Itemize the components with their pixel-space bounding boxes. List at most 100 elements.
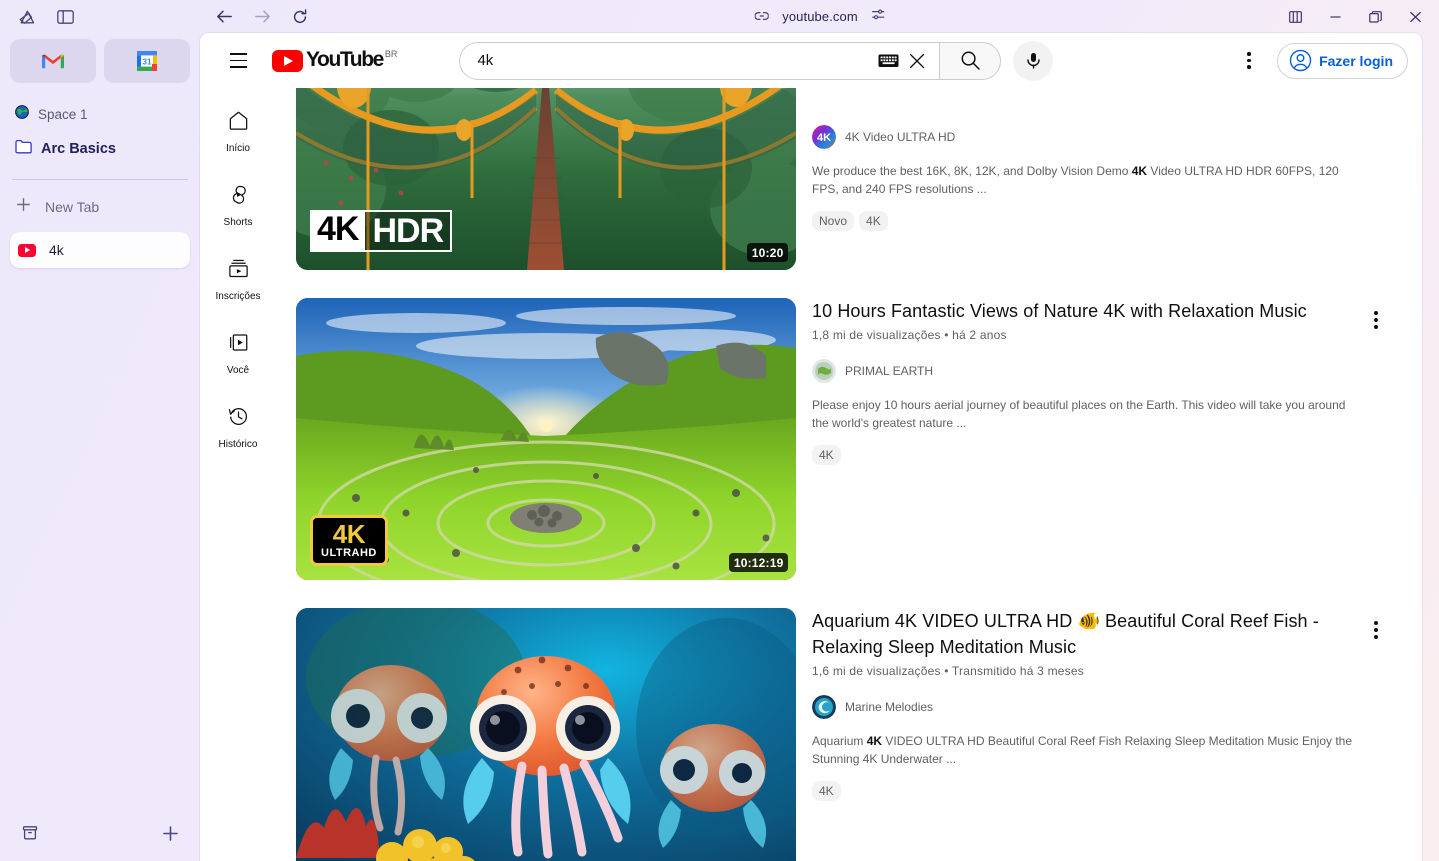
search-result-item[interactable]: DOLBY VISION 4K HDR 10:20: [296, 88, 1398, 270]
youtube-logo[interactable]: YouTube BR: [272, 49, 397, 72]
search-result-item[interactable]: 4K ULTRAHD 10:12:19 10 Hours Fantastic V…: [296, 298, 1398, 580]
video-info: 10 Hours Fantastic Views of Nature 4K wi…: [812, 298, 1398, 580]
youtube-favicon: [18, 243, 36, 257]
search-area: [459, 40, 1054, 81]
video-duration: 10:12:19: [729, 553, 788, 572]
channel-avatar: 4K: [812, 125, 836, 149]
sidebar-item-voce[interactable]: Você: [206, 316, 270, 390]
sidebar-item-inicio[interactable]: Início: [206, 94, 270, 168]
video-description: We produce the best 16K, 8K, 12K, and Do…: [812, 164, 1339, 196]
new-tab-button[interactable]: New Tab: [10, 190, 190, 224]
sidebar-item-historico[interactable]: Histórico: [206, 390, 270, 464]
badge: 4K: [859, 211, 888, 231]
navigation-buttons: [200, 7, 310, 27]
video-thumbnail[interactable]: 4K ULTRAHD 10:12:19: [296, 298, 796, 580]
pinned-apps-row: 31: [10, 39, 190, 83]
video-info: Aquarium 4K VIDEO ULTRA HD 🐠 Beautiful C…: [812, 608, 1398, 861]
pinned-app-gmail[interactable]: [10, 39, 96, 83]
arc-sidebar: 31 Space 1 Arc Basics New Tab 4k: [0, 0, 200, 861]
clear-search-icon[interactable]: [907, 51, 927, 71]
sidebar-label: Shorts: [223, 216, 253, 228]
archive-icon[interactable]: [18, 821, 42, 845]
settings-sliders-icon[interactable]: [872, 8, 885, 26]
account-circle-icon: [1289, 49, 1312, 72]
folder-label: Arc Basics: [41, 141, 116, 157]
svg-text:31: 31: [143, 57, 152, 66]
channel-row[interactable]: PRIMAL EARTH: [812, 359, 1358, 383]
video-info: 4K 4K Video ULTRA HD We produce the best…: [812, 88, 1398, 270]
video-description: Please enjoy 10 hours aerial journey of …: [812, 398, 1346, 430]
ultrahd-badge: ULTRAHD: [321, 547, 377, 559]
keyboard-icon[interactable]: [878, 53, 899, 68]
pinned-app-google-calendar[interactable]: 31: [104, 39, 190, 83]
browser-window: 31 Space 1 Arc Basics New Tab 4k youtube…: [0, 0, 1439, 861]
guide-menu-icon[interactable]: [218, 41, 258, 81]
browser-chrome-bar: youtube.com: [200, 0, 1439, 33]
shorts-icon: [227, 183, 250, 211]
search-box[interactable]: [459, 41, 940, 80]
sidebar-divider: [12, 179, 188, 180]
reload-button[interactable]: [290, 7, 310, 27]
sidebar-label: Você: [226, 364, 250, 376]
tab-title: 4k: [49, 242, 64, 258]
video-meta: 1,6 mi de visualizações • Transmitido há…: [812, 664, 1084, 678]
url-text: youtube.com: [782, 9, 858, 24]
badge: 4K: [812, 781, 841, 801]
space-row[interactable]: Space 1: [10, 99, 190, 129]
address-bar[interactable]: youtube.com: [744, 5, 895, 29]
video-thumbnail[interactable]: [296, 608, 796, 861]
folder-icon: [15, 139, 32, 159]
sidebar-item-shorts[interactable]: Shorts: [206, 168, 270, 242]
video-meta: 1,8 mi de visualizações • há 2 anos: [812, 328, 1007, 342]
channel-name: PRIMAL EARTH: [845, 364, 934, 378]
plus-icon: [16, 197, 31, 217]
sidebar-toggle-icon[interactable]: [53, 5, 77, 29]
back-button[interactable]: [214, 7, 234, 27]
plus-icon-bottom[interactable]: [158, 821, 182, 845]
channel-avatar: [812, 695, 836, 719]
video-options-menu[interactable]: [1358, 612, 1394, 648]
video-thumbnail[interactable]: DOLBY VISION 4K HDR 10:20: [296, 88, 796, 270]
sidebar-label: Histórico: [218, 438, 258, 450]
4k-hdr-overlay: 4K HDR: [310, 210, 453, 252]
sidebar-item-inscricoes[interactable]: Inscrições: [206, 242, 270, 316]
video-options-menu[interactable]: [1358, 302, 1394, 338]
search-input[interactable]: [477, 52, 848, 69]
window-controls: [1279, 5, 1431, 29]
thumbnail-art: [296, 608, 796, 861]
search-result-item[interactable]: Aquarium 4K VIDEO ULTRA HD 🐠 Beautiful C…: [296, 608, 1398, 861]
youtube-wordmark: YouTube: [306, 48, 384, 71]
video-title[interactable]: Aquarium 4K VIDEO ULTRA HD 🐠 Beautiful C…: [812, 608, 1358, 660]
hdr-badge: HDR: [365, 210, 453, 252]
close-button[interactable]: [1399, 5, 1431, 29]
youtube-play-icon: [272, 50, 303, 72]
badge: 4K: [812, 445, 841, 465]
channel-row[interactable]: 4K 4K Video ULTRA HD: [812, 125, 1358, 149]
search-results-list: DOLBY VISION 4K HDR 10:20: [276, 88, 1422, 861]
header-right: Fazer login: [1229, 41, 1408, 81]
settings-menu-icon[interactable]: [1229, 41, 1269, 81]
sign-in-button[interactable]: Fazer login: [1277, 42, 1408, 79]
tab-item-4k[interactable]: 4k: [10, 232, 190, 268]
youtube-mini-sidebar: Início Shorts Inscrições Você Histórico: [200, 88, 276, 861]
arc-top-icon-row: [10, 0, 190, 34]
folder-row-arc-basics[interactable]: Arc Basics: [10, 133, 190, 165]
sign-in-label: Fazer login: [1319, 52, 1393, 69]
minimize-button[interactable]: [1319, 5, 1351, 29]
split-view-button[interactable]: [1279, 5, 1311, 29]
maximize-button[interactable]: [1359, 5, 1391, 29]
4k-badge: 4K: [332, 519, 366, 549]
4k-badge: 4K: [310, 210, 366, 252]
arc-logo-icon[interactable]: [15, 5, 39, 29]
4k-ultrahd-overlay: 4K ULTRAHD: [310, 515, 388, 566]
new-tab-label: New Tab: [45, 199, 100, 215]
channel-name: Marine Melodies: [845, 700, 934, 714]
subscriptions-icon: [227, 257, 250, 285]
voice-search-button[interactable]: [1013, 40, 1054, 81]
search-button[interactable]: [939, 41, 1002, 80]
channel-row[interactable]: Marine Melodies: [812, 695, 1358, 719]
video-title[interactable]: 10 Hours Fantastic Views of Nature 4K wi…: [812, 298, 1358, 324]
country-code: BR: [384, 49, 398, 59]
channel-name: 4K Video ULTRA HD: [845, 130, 956, 144]
forward-button[interactable]: [252, 7, 272, 27]
